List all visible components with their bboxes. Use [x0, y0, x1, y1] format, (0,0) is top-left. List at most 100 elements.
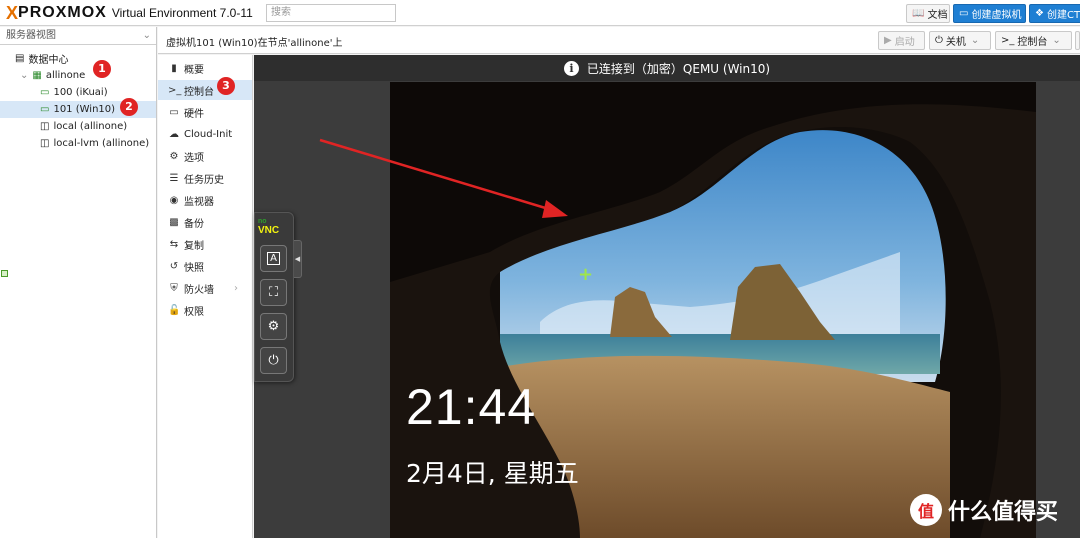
- play-icon: ▶: [884, 35, 892, 46]
- chevron-down-icon: ⌄: [970, 35, 980, 46]
- search-input[interactable]: 搜索: [266, 4, 396, 22]
- list-icon: ☰: [169, 172, 179, 184]
- power-button[interactable]: ⏻: [260, 347, 287, 374]
- create-ct-label: 创建CT: [1046, 10, 1080, 21]
- connection-status-text: 已连接到（加密）QEMU (Win10): [586, 61, 771, 76]
- watermark-text: 什么值得买: [948, 500, 1059, 525]
- novnc-logo-text: VNC: [258, 225, 280, 236]
- fullscreen-button[interactable]: ⛶: [260, 279, 287, 306]
- menu-label: 监视器: [184, 196, 214, 208]
- menu-item-backup[interactable]: ▩ 备份: [158, 212, 252, 232]
- extra-keys-button[interactable]: A: [260, 245, 287, 272]
- shield-icon: ⛨: [170, 282, 178, 294]
- novnc-logo-prefix: no: [258, 218, 267, 225]
- annotation-badge-2: 2: [120, 98, 138, 116]
- tree-label: 100 (iKuai): [53, 87, 108, 98]
- menu-item-replication[interactable]: ⇆ 复制: [158, 234, 252, 254]
- product-version: Virtual Environment 7.0-11: [111, 6, 253, 20]
- novnc-logo: no VNC: [258, 218, 280, 236]
- page-title: 虚拟机101 (Win10)在节点'allinone'上: [166, 38, 343, 49]
- terminal-icon: >_: [168, 84, 182, 96]
- view-selector-label: 服务器视图: [6, 30, 56, 41]
- create-vm-label: 创建虚拟机: [971, 10, 1022, 21]
- docs-button[interactable]: 📖 文档: [906, 4, 950, 23]
- tree-label: local (allinone): [53, 121, 128, 132]
- shutdown-button[interactable]: ⏻ 关机 ⌄: [929, 31, 991, 50]
- terminal-icon: >_: [1001, 35, 1015, 46]
- menu-item-cloud-init[interactable]: ☁ Cloud-Init: [158, 124, 252, 144]
- novnc-control-bar: no VNC A ⛶ ⚙ ⏻: [254, 212, 294, 382]
- console-label: 控制台: [1017, 37, 1048, 48]
- node-online-icon: ▦: [32, 70, 42, 81]
- cube-icon: ❖: [1035, 8, 1044, 19]
- console-button[interactable]: >_ 控制台 ⌄: [995, 31, 1072, 50]
- menu-label: 备份: [184, 218, 204, 230]
- tree-label: local-lvm (allinone): [53, 138, 150, 149]
- logo-x: X: [6, 2, 19, 23]
- menu-label: 概要: [184, 64, 204, 76]
- control-bar-handle[interactable]: ◀: [294, 240, 302, 278]
- menu-item-snapshots[interactable]: ↺ 快照: [158, 256, 252, 276]
- crosshair-cursor-icon: +: [578, 264, 594, 285]
- tree-item-node-allinone[interactable]: ⌄ ▦ allinone: [0, 67, 156, 84]
- gear-icon: ⚙: [169, 150, 179, 162]
- info-icon: i: [563, 60, 579, 76]
- create-ct-button[interactable]: ❖ 创建CT: [1029, 4, 1080, 23]
- menu-label: 权限: [184, 306, 204, 318]
- expand-chevron-icon: ⌄: [20, 70, 29, 81]
- proxmox-logo[interactable]: X PROXMOX Virtual Environment 7.0-11: [6, 3, 253, 23]
- retweet-icon: ⇆: [169, 238, 179, 250]
- settings-button[interactable]: ⚙: [260, 313, 287, 340]
- menu-item-task-history[interactable]: ☰ 任务历史: [158, 168, 252, 188]
- menu-label: 控制台: [184, 86, 214, 98]
- content-header: 虚拟机101 (Win10)在节点'allinone'上 ▶ 启动 ⏻ 关机 ⌄…: [158, 27, 1080, 54]
- view-selector[interactable]: 服务器视图 ⌄: [0, 27, 156, 45]
- vm-running-icon: ▭: [40, 104, 50, 115]
- storage-icon: ◫: [40, 138, 50, 149]
- tree-label: 数据中心: [28, 55, 69, 66]
- tree-item-storage-local-lvm[interactable]: ◫ local-lvm (allinone): [0, 135, 156, 152]
- power-icon: ⏻: [268, 353, 279, 368]
- windows-lock-screen[interactable]: + 21:44 2月4日, 星期五: [390, 82, 1036, 538]
- annotation-badge-3: 3: [217, 77, 235, 95]
- cloud-icon: ☁: [169, 128, 179, 140]
- chevron-down-icon: ⌄: [1052, 35, 1061, 46]
- start-label: 启动: [894, 37, 915, 48]
- menu-item-monitor[interactable]: ◉ 监视器: [158, 190, 252, 210]
- keyboard-a-icon: A: [267, 252, 280, 265]
- gear-icon: ⚙: [267, 319, 280, 334]
- menu-item-hardware[interactable]: ▭ 硬件: [158, 102, 252, 122]
- top-bar: X PROXMOX Virtual Environment 7.0-11 搜索 …: [0, 0, 1080, 26]
- start-button[interactable]: ▶ 启动: [878, 31, 925, 50]
- menu-item-summary[interactable]: ▮ 概要: [158, 58, 252, 78]
- server-icon: ▤: [15, 53, 25, 64]
- tree-item-storage-local[interactable]: ◫ local (allinone): [0, 118, 156, 135]
- create-vm-button[interactable]: ▭ 创建虚拟机: [953, 4, 1026, 23]
- more-button[interactable]: [1075, 31, 1080, 50]
- tree-label: 101 (Win10): [53, 104, 116, 115]
- floppy-icon: ▩: [169, 216, 179, 228]
- menu-item-options[interactable]: ⚙ 选项: [158, 146, 252, 166]
- menu-item-firewall[interactable]: ⛨ 防火墙 ›: [158, 278, 252, 298]
- monitor-icon: ▭: [959, 8, 969, 19]
- unlock-icon: 🔓: [168, 304, 181, 316]
- vnc-console[interactable]: i 已连接到（加密）QEMU (Win10) + 21:44 2月4日, 星期五: [254, 55, 1080, 538]
- menu-item-console[interactable]: >_ 控制台: [158, 80, 252, 100]
- lock-screen-date: 2月4日, 星期五: [406, 459, 579, 488]
- resize-handle[interactable]: [1, 270, 8, 277]
- logo-word: PROXMOX: [18, 4, 107, 21]
- menu-label: 选项: [184, 152, 204, 164]
- menu-item-permissions[interactable]: 🔓 权限: [158, 300, 252, 320]
- watermark-logo: 值: [910, 494, 942, 526]
- annotation-badge-1: 1: [93, 60, 111, 78]
- history-icon: ↺: [169, 260, 179, 272]
- power-icon: ⏻: [935, 35, 943, 46]
- menu-label: 复制: [184, 240, 204, 252]
- connection-status-bar: i 已连接到（加密）QEMU (Win10): [254, 55, 1080, 81]
- lock-screen-time: 21:44: [406, 379, 537, 435]
- watermark: 值 什么值得买: [910, 494, 1058, 526]
- eye-icon: ◉: [169, 194, 179, 206]
- chevron-down-icon: ⌄: [142, 30, 151, 41]
- tree-item-datacenter[interactable]: ▤ 数据中心: [0, 50, 156, 67]
- book-icon: 📖: [912, 8, 925, 19]
